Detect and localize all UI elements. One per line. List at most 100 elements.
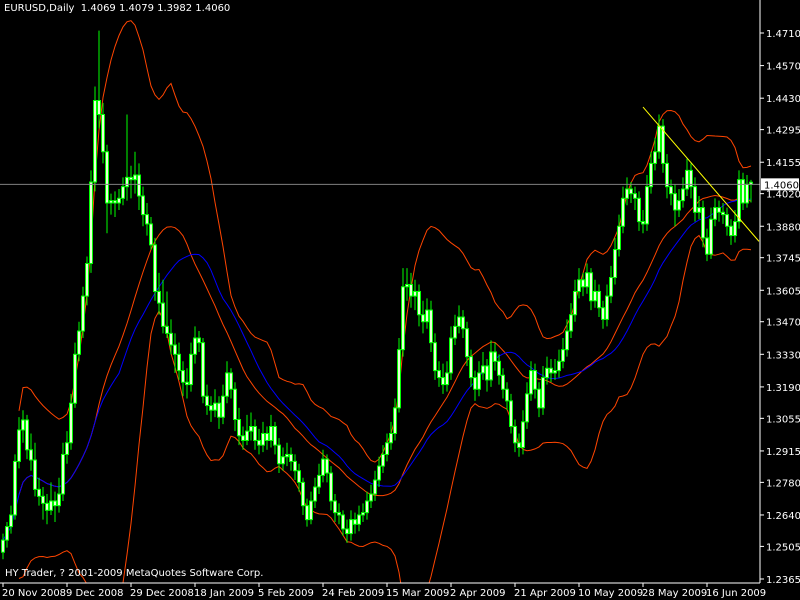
candle-body (561, 349, 565, 362)
date-tick-label: 10 May 2009 (578, 588, 643, 599)
candle-body (233, 388, 237, 421)
candle-body (557, 360, 561, 372)
candle-body (425, 309, 429, 323)
candle-body (121, 186, 125, 199)
price-tick-label: 1.2915 (766, 447, 800, 458)
candle-body (109, 200, 113, 204)
candle-body (321, 458, 325, 476)
candle-body (305, 505, 309, 521)
candle-body (533, 370, 537, 390)
ohlc-readout: 1.4069 1.4079 1.3982 1.4060 (80, 3, 231, 14)
candle-body (389, 432, 393, 444)
candle-body (725, 214, 729, 227)
candle-body (189, 353, 193, 386)
candle-body (437, 370, 441, 379)
candle-body (365, 500, 369, 514)
candle-body (609, 276, 613, 297)
candle-body (693, 186, 697, 213)
date-tick-label: 16 Jun 2009 (706, 588, 766, 599)
candle-body (673, 193, 677, 211)
candle-body (553, 370, 557, 374)
candle-body (489, 351, 493, 381)
candle-body (269, 425, 273, 441)
candle-body (261, 432, 265, 446)
price-tick-label: 1.3055 (766, 414, 800, 425)
axes-layer: 1.47101.45701.44301.42951.41551.40201.38… (0, 0, 800, 599)
candle-body (297, 470, 301, 483)
price-tick-label: 1.4710 (766, 29, 800, 40)
candle-body (521, 421, 525, 448)
bollinger-upper-band (18, 20, 752, 463)
candle-body (265, 432, 269, 441)
candle-body (21, 419, 25, 431)
chart-window[interactable]: 1.4710 1.4570 1.4430 1.4295 1.4155 1.4020 1.38… (0, 0, 800, 600)
price-tick-label: 1.4155 (766, 158, 800, 169)
candle-body (33, 459, 37, 490)
price-tick-label: 1.3605 (766, 286, 800, 297)
date-tick-label: 29 Dec 2008 (130, 588, 194, 599)
candle-body (713, 207, 717, 220)
candle-body (681, 188, 685, 202)
candle-body (325, 458, 329, 474)
candle-body (41, 495, 45, 504)
chart-header: EURUSD,Daily 1.4069 1.4079 1.3982 1.4060 (4, 3, 230, 14)
candle-body (457, 316, 461, 327)
candle-body (29, 449, 33, 461)
candle-body (141, 195, 145, 216)
candle-body (585, 272, 589, 288)
candle-body (173, 344, 177, 355)
date-tick-label: 9 Dec 2008 (66, 588, 124, 599)
candle-body (157, 290, 161, 304)
candle-body (205, 395, 209, 407)
candle-body (293, 460, 297, 472)
candle-body (665, 162, 669, 188)
candle-body (337, 512, 341, 516)
candle-body (85, 263, 89, 297)
candle-body (125, 176, 129, 188)
price-tick-label: 1.3470 (766, 318, 800, 329)
candle-body (613, 249, 617, 278)
candle-body (49, 500, 53, 511)
candle-body (105, 151, 109, 204)
price-tick-label: 1.2780 (766, 478, 800, 489)
candle-body (89, 181, 93, 265)
candle-body (741, 179, 745, 204)
candle-body (401, 286, 405, 351)
candle-body (225, 372, 229, 397)
candle-body (37, 488, 41, 497)
candle-body (193, 337, 197, 355)
candle-body (577, 279, 581, 292)
candle-body (657, 125, 661, 153)
candle-body (45, 502, 49, 511)
candle-body (477, 372, 481, 390)
candle-body (529, 370, 533, 395)
candle-body (581, 279, 585, 288)
candle-body (697, 207, 701, 213)
candle-body (361, 512, 365, 516)
candle-body (601, 307, 605, 320)
candle-body (745, 183, 749, 204)
candle-body (453, 325, 457, 339)
candle-body (449, 337, 453, 374)
candle-body (249, 425, 253, 432)
candle-body (237, 419, 241, 437)
candle-body (101, 113, 105, 153)
candle-body (381, 453, 385, 467)
candle-body (277, 444, 281, 465)
candle-body (701, 207, 705, 239)
price-chart[interactable]: 1.47101.45701.44301.42951.41551.40201.38… (0, 0, 800, 600)
candle-body (273, 425, 277, 446)
candle-body (221, 395, 225, 418)
candle-body (721, 211, 725, 216)
candle-body (509, 400, 513, 427)
price-tick-label: 1.3330 (766, 350, 800, 361)
candle-body (309, 500, 313, 521)
candle-body (149, 223, 153, 246)
candle-body (461, 316, 465, 330)
candle-body (281, 456, 285, 465)
candle-body (541, 377, 545, 409)
bollinger-lower-band (18, 234, 752, 584)
candle-body (669, 186, 673, 195)
indicators-layer (2, 20, 752, 584)
candle-body (65, 442, 69, 455)
